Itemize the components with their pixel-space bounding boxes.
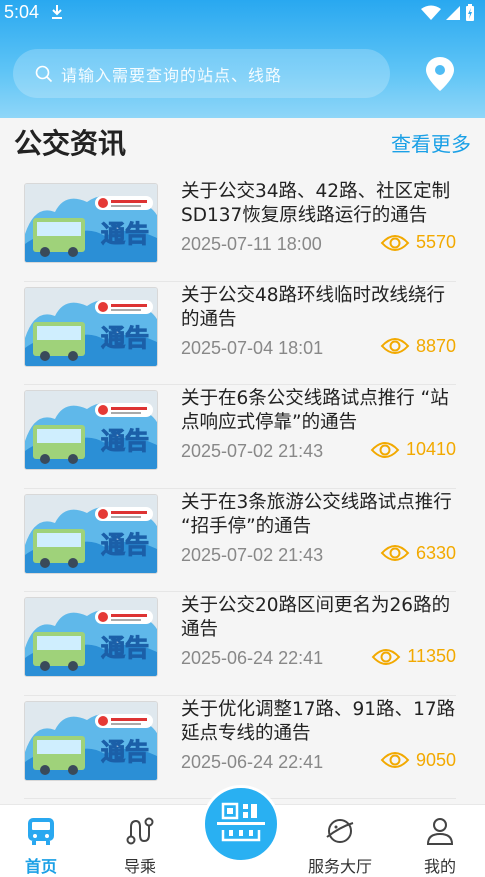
news-date: 2025-06-24 22:41 [181, 751, 324, 772]
news-thumbnail: 通告 [24, 493, 158, 574]
notice-image: 通告 [25, 184, 157, 262]
news-date: 2025-07-02 21:43 [181, 441, 324, 461]
status-bar: 5:04 [0, 0, 485, 26]
notice-image: 通告 [25, 494, 157, 573]
news-thumbnail: 通告 [24, 183, 158, 263]
notice-label: 通告 [101, 531, 149, 559]
news-title: 关于优化调整17路、91路、17路延点专线的通告 [181, 698, 456, 744]
search-input[interactable]: 请输入需要查询的站点、线路 [13, 49, 390, 98]
planet-icon [326, 819, 354, 843]
views-counter: 9050 [380, 750, 456, 771]
download-icon [52, 5, 62, 19]
location-pin-icon[interactable] [424, 56, 456, 92]
views-count: 11350 [407, 646, 456, 666]
eye-icon [380, 752, 410, 768]
notice-image: 通告 [25, 701, 157, 780]
views-counter: 6330 [380, 543, 456, 564]
tab-guide-label: 导乘 [123, 857, 156, 876]
signal-icon [446, 6, 460, 20]
news-title: 关于在3条旅游公交线路试点推行 “招手停”的通告 [181, 491, 452, 537]
news-item[interactable]: 通告 关于公交20路区间更名为26路的通告 2025-06-24 22:41 1… [24, 592, 456, 696]
news-title: 关于公交34路、42路、社区定制SD137恢复原线路运行的通告 [181, 181, 451, 226]
eye-icon [371, 648, 401, 665]
notice-label: 通告 [101, 220, 149, 248]
notice-image: 通告 [25, 287, 157, 366]
eye-icon [380, 545, 410, 561]
news-item[interactable]: 通告 关于在3条旅游公交线路试点推行 “招手停”的通告 2025-07-02 2… [24, 489, 456, 592]
notice-label: 通告 [101, 427, 149, 455]
qr-scan-icon [217, 802, 265, 842]
eye-icon [380, 338, 410, 354]
notice-label: 通告 [101, 634, 149, 662]
views-count: 9050 [415, 749, 456, 770]
wifi-icon [421, 5, 441, 20]
route-icon [126, 817, 154, 845]
views-count: 8870 [415, 335, 456, 356]
search-placeholder: 请输入需要查询的站点、线路 [61, 65, 283, 85]
news-item[interactable]: 通告 关于公交48路环线临时改线绕行的通告 2025-07-04 18:01 8… [24, 282, 456, 385]
section-title: 公交资讯 [14, 127, 127, 160]
news-item[interactable]: 通告 关于公交34路、42路、社区定制SD137恢复原线路运行的通告 2025-… [24, 178, 456, 282]
notice-label: 通告 [101, 738, 149, 766]
views-count: 10410 [405, 439, 456, 459]
scan-qr-button[interactable] [202, 785, 280, 863]
news-date: 2025-07-02 21:43 [181, 544, 324, 565]
news-list: 通告 关于公交34路、42路、社区定制SD137恢复原线路运行的通告 2025-… [24, 178, 456, 799]
eye-icon [380, 234, 410, 251]
view-more-link[interactable]: 查看更多 [391, 128, 471, 157]
views-count: 5570 [415, 232, 456, 252]
tab-mine-label: 我的 [423, 857, 456, 876]
views-counter: 5570 [380, 232, 456, 253]
tab-home[interactable]: 首页 [1, 815, 81, 877]
news-title: 关于在6条公交线路试点推行 “站点响应式停靠”的通告 [181, 388, 449, 433]
eye-icon [370, 441, 400, 458]
notice-label: 通告 [101, 324, 149, 352]
news-item[interactable]: 通告 关于优化调整17路、91路、17路延点专线的通告 2025-06-24 2… [24, 696, 456, 799]
news-thumbnail: 通告 [24, 390, 158, 470]
news-section: 公交资讯 查看更多 通告 关于公交34路、42路、社区定制SD137恢复原线路运… [0, 118, 485, 804]
news-thumbnail: 通告 [24, 700, 158, 781]
notice-image: 通告 [25, 598, 157, 676]
tab-home-label: 首页 [24, 857, 57, 876]
tab-mine[interactable]: 我的 [400, 815, 480, 877]
views-counter: 8870 [380, 336, 456, 357]
news-date: 2025-07-11 18:00 [181, 234, 322, 254]
news-date: 2025-06-24 22:41 [181, 648, 324, 668]
views-count: 6330 [415, 542, 456, 563]
news-title: 关于公交20路区间更名为26路的通告 [181, 595, 451, 640]
user-icon [426, 818, 454, 845]
header: 5:04 请输入需要查询的站点、线路 [0, 0, 485, 118]
tab-service[interactable]: 服务大厅 [300, 815, 380, 877]
news-thumbnail: 通告 [24, 597, 158, 677]
tab-guide[interactable]: 导乘 [100, 815, 180, 877]
news-item[interactable]: 通告 关于在6条公交线路试点推行 “站点响应式停靠”的通告 2025-07-02… [24, 385, 456, 489]
views-counter: 11350 [371, 646, 456, 667]
views-counter: 10410 [370, 439, 456, 460]
search-icon [35, 65, 53, 82]
notice-image: 通告 [25, 391, 157, 469]
news-title: 关于公交48路环线临时改线绕行的通告 [181, 284, 446, 330]
bus-icon [28, 818, 54, 845]
bottom-tabbar: 首页 导乘 服务大厅 我的 [0, 785, 485, 877]
battery-icon [466, 4, 474, 21]
tab-service-label: 服务大厅 [307, 857, 372, 876]
news-date: 2025-07-04 18:01 [181, 337, 324, 358]
status-time: 5:04 [4, 2, 40, 22]
news-thumbnail: 通告 [24, 286, 158, 367]
